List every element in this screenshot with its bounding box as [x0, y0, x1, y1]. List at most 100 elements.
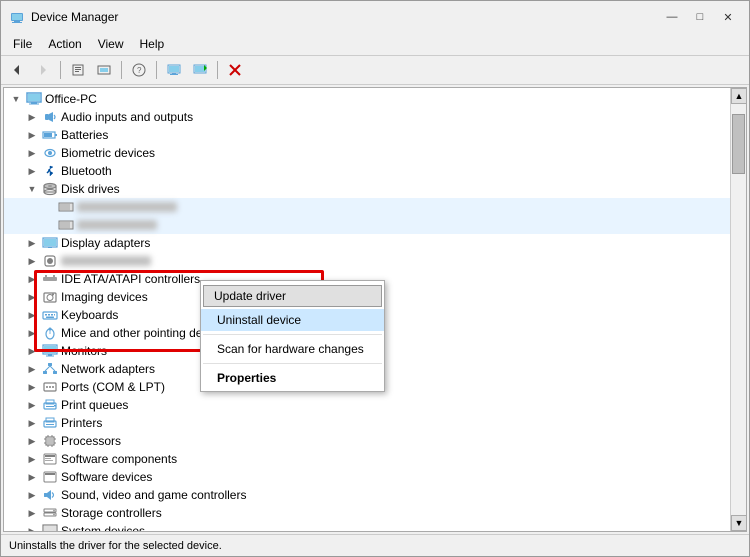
tree-item-biometric[interactable]: ▶ Biometric devices — [4, 144, 730, 162]
tree-item-hid[interactable]: ▶ — [4, 252, 730, 270]
root-label: Office-PC — [45, 92, 97, 106]
expand-disk[interactable]: ▼ — [24, 181, 40, 197]
tree-item-ssd1[interactable]: ▶ — [4, 198, 730, 216]
hid-icon — [42, 253, 58, 269]
window-title: Device Manager — [31, 10, 659, 24]
tree-item-ssd2[interactable]: ▶ — [4, 216, 730, 234]
tree-item-disk-drives[interactable]: ▼ Disk drives — [4, 180, 730, 198]
expand-mice[interactable]: ▶ — [24, 325, 40, 341]
expand-keyboards[interactable]: ▶ — [24, 307, 40, 323]
tree-item-system[interactable]: ▶ System devices — [4, 522, 730, 531]
bluetooth-label: Bluetooth — [61, 164, 112, 178]
expand-root[interactable]: ▼ — [8, 91, 24, 107]
expand-batteries[interactable]: ▶ — [24, 127, 40, 143]
scrollbar[interactable]: ▲ ▼ — [730, 88, 746, 531]
menu-view[interactable]: View — [90, 35, 132, 53]
tree-item-sound[interactable]: ▶ Sound, video and game controllers — [4, 486, 730, 504]
expand-hid[interactable]: ▶ — [24, 253, 40, 269]
computer-button[interactable] — [162, 59, 186, 81]
ports-label: Ports (COM & LPT) — [61, 380, 165, 394]
resources-button[interactable] — [92, 59, 116, 81]
scrollbar-up-button[interactable]: ▲ — [731, 88, 747, 104]
maximize-button[interactable]: □ — [687, 7, 713, 27]
expand-softdev[interactable]: ▶ — [24, 469, 40, 485]
back-button[interactable] — [5, 59, 29, 81]
hid-label — [61, 256, 151, 266]
expand-display[interactable]: ▶ — [24, 235, 40, 251]
update-button[interactable] — [188, 59, 212, 81]
tree-item-storage[interactable]: ▶ Storage controllers — [4, 504, 730, 522]
printers-icon — [42, 415, 58, 431]
biometric-label: Biometric devices — [61, 146, 155, 160]
tree-item-software-components[interactable]: ▶ Software components — [4, 450, 730, 468]
display-label: Display adapters — [61, 236, 150, 250]
scrollbar-down-button[interactable]: ▼ — [731, 515, 747, 531]
separator-4 — [217, 61, 218, 79]
expand-system[interactable]: ▶ — [24, 523, 40, 531]
scrollbar-track[interactable] — [731, 104, 746, 515]
display-icon — [42, 235, 58, 251]
tree-item-processors[interactable]: ▶ Processors — [4, 432, 730, 450]
expand-ports[interactable]: ▶ — [24, 379, 40, 395]
device-tree[interactable]: ▼ Office-PC ▶ — [4, 88, 730, 531]
expand-biometric[interactable]: ▶ — [24, 145, 40, 161]
separator-2 — [121, 61, 122, 79]
context-scan-hardware[interactable]: Scan for hardware changes — [201, 338, 384, 360]
printq-icon — [42, 397, 58, 413]
menu-action[interactable]: Action — [40, 35, 89, 53]
tree-item-root[interactable]: ▼ Office-PC — [4, 90, 730, 108]
disk-drives-label: Disk drives — [61, 182, 120, 196]
separator-3 — [156, 61, 157, 79]
scrollbar-thumb[interactable] — [732, 114, 745, 174]
monitors-label: Monitors — [61, 344, 107, 358]
uninstall-button[interactable] — [223, 59, 247, 81]
imaging-icon — [42, 289, 58, 305]
tree-item-bluetooth[interactable]: ▶ Bluetooth — [4, 162, 730, 180]
network-label: Network adapters — [61, 362, 155, 376]
expand-sound[interactable]: ▶ — [24, 487, 40, 503]
separator-1 — [60, 61, 61, 79]
expand-ide[interactable]: ▶ — [24, 271, 40, 287]
monitors-icon — [42, 343, 58, 359]
printq-label: Print queues — [61, 398, 128, 412]
expand-printers[interactable]: ▶ — [24, 415, 40, 431]
menu-help[interactable]: Help — [132, 35, 173, 53]
menu-file[interactable]: File — [5, 35, 40, 53]
svg-text:?: ? — [137, 66, 142, 75]
expand-monitors[interactable]: ▶ — [24, 343, 40, 359]
expand-storage[interactable]: ▶ — [24, 505, 40, 521]
expand-network[interactable]: ▶ — [24, 361, 40, 377]
expand-softcomp[interactable]: ▶ — [24, 451, 40, 467]
expand-audio[interactable]: ▶ — [24, 109, 40, 125]
forward-button[interactable] — [31, 59, 55, 81]
close-button[interactable]: ✕ — [715, 7, 741, 27]
title-bar: Device Manager — □ ✕ — [1, 1, 749, 33]
context-update-driver[interactable]: Update driver — [203, 285, 382, 307]
keyboards-label: Keyboards — [61, 308, 118, 322]
disk-icon — [42, 181, 58, 197]
minimize-button[interactable]: — — [659, 7, 685, 27]
expand-imaging[interactable]: ▶ — [24, 289, 40, 305]
context-separator-2 — [203, 363, 382, 364]
tree-item-software-devices[interactable]: ▶ Software devices — [4, 468, 730, 486]
processors-label: Processors — [61, 434, 121, 448]
expand-processors[interactable]: ▶ — [24, 433, 40, 449]
software-devices-label: Software devices — [61, 470, 152, 484]
tree-item-printq[interactable]: ▶ Print queues — [4, 396, 730, 414]
tree-item-audio[interactable]: ▶ Audio inputs and outputs — [4, 108, 730, 126]
context-properties[interactable]: Properties — [201, 367, 384, 389]
status-text: Uninstalls the driver for the selected d… — [9, 540, 222, 552]
expand-bluetooth[interactable]: ▶ — [24, 163, 40, 179]
tree-item-display[interactable]: ▶ Display adapters — [4, 234, 730, 252]
help-button[interactable]: ? — [127, 59, 151, 81]
ssd1-icon — [58, 199, 74, 215]
tree-item-printers[interactable]: ▶ Printers — [4, 414, 730, 432]
expand-printq[interactable]: ▶ — [24, 397, 40, 413]
processors-icon — [42, 433, 58, 449]
properties-button[interactable] — [66, 59, 90, 81]
tree-item-batteries[interactable]: ▶ Batteries — [4, 126, 730, 144]
computer-icon — [26, 91, 42, 107]
audio-icon — [42, 109, 58, 125]
context-uninstall-device[interactable]: Uninstall device — [201, 309, 384, 331]
ide-icon — [42, 271, 58, 287]
